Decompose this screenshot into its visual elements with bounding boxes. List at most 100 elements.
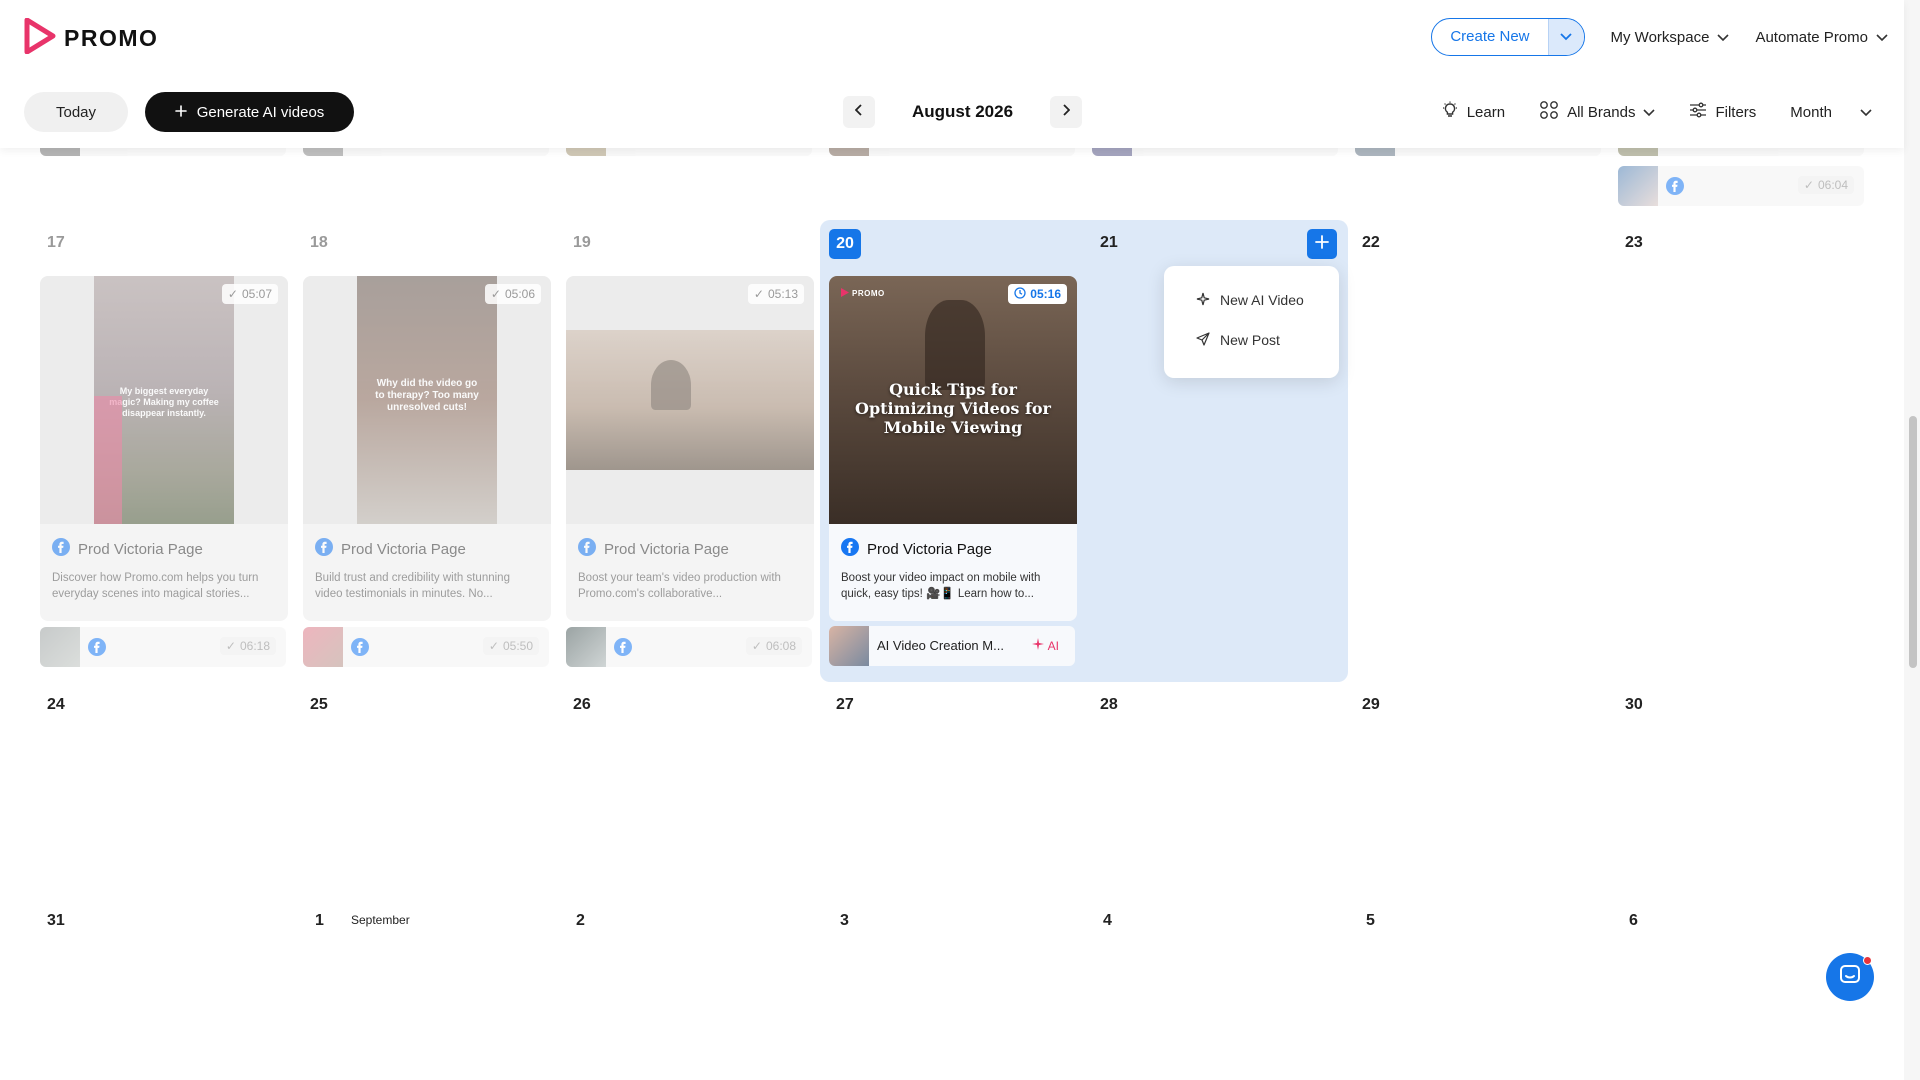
- day-number[interactable]: 17: [47, 234, 65, 252]
- view-selector[interactable]: Month: [1790, 104, 1872, 121]
- chevron-down-icon: [1860, 104, 1872, 121]
- facebook-icon: [52, 538, 70, 560]
- post-card[interactable]: My biggest everyday magic? Making my cof…: [40, 276, 288, 621]
- post-card[interactable]: ✓ 05:13 Prod Victoria Page Boost your tea…: [566, 276, 814, 621]
- post-card[interactable]: PROMO Quick Tips for Optimizing Videos f…: [829, 276, 1077, 621]
- day-number[interactable]: 18: [310, 234, 328, 252]
- ai-badge: AI: [1031, 638, 1059, 653]
- video-thumbnail: My biggest everyday magic? Making my cof…: [40, 276, 288, 524]
- video-frame: My biggest everyday magic? Making my cof…: [94, 276, 234, 524]
- day-number[interactable]: 3: [840, 912, 849, 930]
- page-row: Prod Victoria Page: [315, 538, 539, 560]
- ai-video-strip[interactable]: AI Video Creation M... AI: [829, 626, 1075, 666]
- today-button[interactable]: Today: [24, 92, 128, 132]
- brand-label: PROMO: [852, 289, 885, 298]
- grid-icon: [1539, 100, 1559, 124]
- post-description: Discover how Promo.com helps you turn ev…: [52, 572, 259, 600]
- video-frame: Why did the video go to therapy? Too man…: [357, 276, 497, 524]
- scheduled-time-badge: ✓ 05:13: [747, 284, 804, 304]
- time-label: 05:06: [504, 287, 535, 301]
- brands-filter[interactable]: All Brands: [1539, 100, 1656, 124]
- clock-icon: [1014, 286, 1026, 302]
- event-strip[interactable]: ✓ 06:08: [566, 627, 812, 667]
- chat-icon: [1838, 963, 1862, 992]
- day-number[interactable]: 1: [315, 912, 324, 930]
- card-info: Prod Victoria Page Boost your team's vid…: [566, 524, 814, 621]
- post-card[interactable]: Why did the video go to therapy? Too man…: [303, 276, 551, 621]
- calendar-toolbar: Learn All Brands Filters Month: [1441, 100, 1872, 124]
- day-number[interactable]: 6: [1629, 912, 1638, 930]
- lightbulb-icon: [1441, 101, 1459, 123]
- promo-logo-icon: [24, 17, 56, 59]
- day-number[interactable]: 27: [836, 696, 854, 714]
- facebook-icon: [351, 638, 369, 661]
- time-label: 05:50: [502, 639, 533, 653]
- thumbnail: [40, 627, 80, 667]
- time-label: 05:13: [767, 287, 798, 301]
- day-number[interactable]: 19: [573, 234, 591, 252]
- thumbnail: [1618, 166, 1658, 206]
- filters-label: Filters: [1715, 103, 1757, 121]
- scheduled-time-badge: 05:16: [1008, 284, 1067, 304]
- card-info: Prod Victoria Page Discover how Promo.co…: [40, 524, 288, 621]
- video-thumbnail: PROMO Quick Tips for Optimizing Videos f…: [829, 276, 1077, 524]
- day-number[interactable]: 25: [310, 696, 328, 714]
- workspace-label: My Workspace: [1610, 28, 1710, 46]
- automate-selector[interactable]: Automate Promo: [1755, 29, 1888, 46]
- day-number[interactable]: 24: [47, 696, 65, 714]
- chevron-right-icon: [1062, 103, 1071, 121]
- today-day-number[interactable]: 20: [829, 229, 861, 259]
- day-number[interactable]: 5: [1366, 912, 1375, 930]
- day-number[interactable]: 23: [1625, 234, 1643, 252]
- time-label: 06:18: [239, 639, 270, 653]
- scrollbar-thumb[interactable]: [1909, 416, 1917, 668]
- sparkle-icon: [1031, 638, 1044, 653]
- scrollbar[interactable]: [1904, 0, 1920, 1080]
- add-post-button[interactable]: [1307, 229, 1337, 259]
- day-number[interactable]: 31: [47, 912, 65, 930]
- next-month-button[interactable]: [1050, 96, 1082, 128]
- event-strip[interactable]: ✓ 05:50: [303, 627, 549, 667]
- logo[interactable]: PROMO: [24, 17, 158, 59]
- new-post-menu-item[interactable]: New Post: [1164, 320, 1339, 360]
- plus-icon: [174, 104, 187, 121]
- decorative-shape: [94, 396, 122, 524]
- menu-item-label: New Post: [1220, 332, 1280, 348]
- check-icon: ✓: [1803, 178, 1814, 192]
- day-number[interactable]: 22: [1362, 234, 1380, 252]
- scheduled-time: ✓ 06:08: [745, 637, 802, 655]
- day-number[interactable]: 28: [1100, 696, 1118, 714]
- day-number[interactable]: 21: [1100, 234, 1118, 252]
- video-caption: My biggest everyday magic? Making my cof…: [109, 386, 219, 418]
- check-icon: ✓: [490, 287, 501, 301]
- time-label: 05:16: [1030, 287, 1061, 301]
- day-number[interactable]: 30: [1625, 696, 1643, 714]
- chat-support-button[interactable]: [1826, 953, 1874, 1001]
- card-info: Prod Victoria Page Build trust and credi…: [303, 524, 551, 621]
- day-number[interactable]: 2: [576, 912, 585, 930]
- video-caption: Quick Tips for Optimizing Videos for Mob…: [855, 380, 1051, 437]
- learn-button[interactable]: Learn: [1441, 101, 1505, 123]
- previous-month-button[interactable]: [843, 96, 875, 128]
- generate-ai-videos-button[interactable]: Generate AI videos: [145, 92, 354, 132]
- event-strip[interactable]: ✓ 06:04: [1618, 166, 1864, 206]
- create-new-button[interactable]: Create New: [1431, 18, 1585, 56]
- ai-badge-label: AI: [1047, 638, 1059, 653]
- view-label: Month: [1790, 103, 1832, 121]
- scheduled-time: ✓ 05:50: [482, 637, 539, 655]
- new-ai-video-menu-item[interactable]: New AI Video: [1164, 280, 1339, 320]
- day-number[interactable]: 4: [1103, 912, 1112, 930]
- check-icon: ✓: [227, 287, 238, 301]
- check-icon: ✓: [488, 639, 499, 653]
- chevron-down-icon: [1717, 29, 1730, 46]
- create-new-dropdown[interactable]: [1547, 19, 1584, 55]
- filters-button[interactable]: Filters: [1689, 102, 1756, 122]
- day-number[interactable]: 29: [1362, 696, 1380, 714]
- page-row: Prod Victoria Page: [578, 538, 802, 560]
- workspace-selector[interactable]: My Workspace: [1611, 29, 1730, 46]
- day-number[interactable]: 26: [573, 696, 591, 714]
- chevron-down-icon: [1876, 29, 1888, 46]
- create-new-label[interactable]: Create New: [1432, 19, 1547, 55]
- promo-logo-icon: [841, 288, 849, 299]
- event-strip[interactable]: ✓ 06:18: [40, 627, 286, 667]
